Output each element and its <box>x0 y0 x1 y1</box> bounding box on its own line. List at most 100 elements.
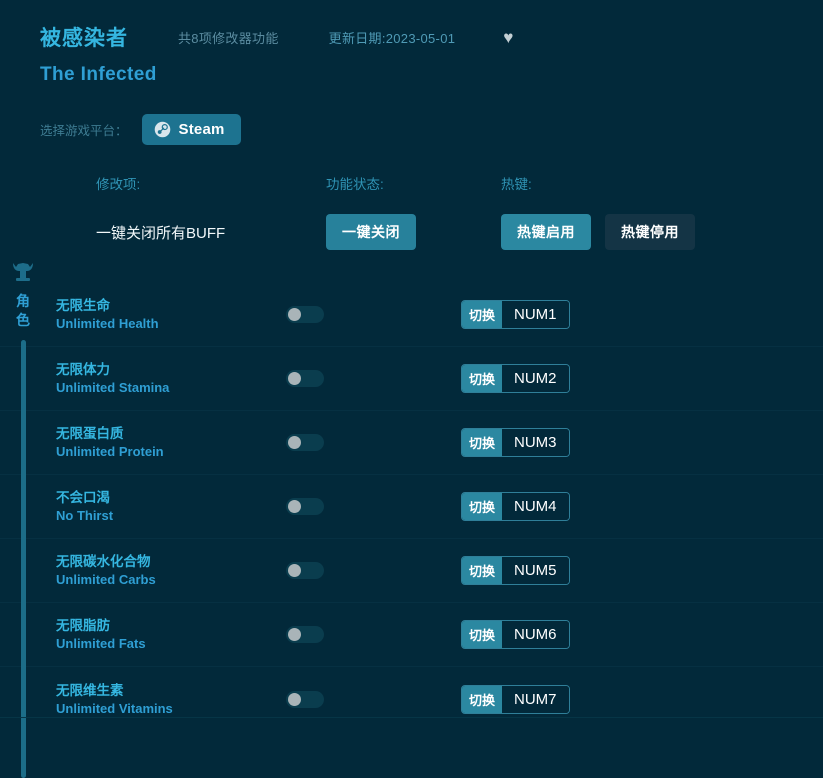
cheat-status-cell <box>286 691 461 708</box>
sidebar-item-character[interactable]: 角色 <box>15 292 31 330</box>
hotkey-binding-label: NUM1 <box>502 301 569 328</box>
hotkey-disable-button[interactable]: 热键停用 <box>605 214 695 250</box>
column-header-status: 功能状态: <box>326 173 501 193</box>
cheat-name-en: Unlimited Protein <box>56 443 286 460</box>
cheat-hotkey-cell: 切换NUM6 <box>461 620 570 649</box>
cheat-status-cell <box>286 434 461 451</box>
cheat-name-cell: 不会口渴No Thirst <box>56 489 286 524</box>
cheat-status-cell <box>286 370 461 387</box>
cheat-hotkey-cell: 切换NUM1 <box>461 300 570 329</box>
cheat-toggle[interactable] <box>286 434 324 451</box>
cheat-name-en: Unlimited Health <box>56 315 286 332</box>
platform-selector: 选择游戏平台： Steam <box>40 114 823 145</box>
hotkey-action-label: 切换 <box>462 493 502 520</box>
platform-name-label: Steam <box>179 121 225 138</box>
cheat-hotkey-cell: 切换NUM2 <box>461 364 570 393</box>
table-row: 无限脂肪Unlimited Fats 切换NUM6 <box>0 603 823 667</box>
table-row: 无限体力Unlimited Stamina 切换NUM2 <box>0 347 823 411</box>
feature-count-text: 共8项修改器功能 <box>178 28 279 47</box>
cheat-name-cn: 无限蛋白质 <box>56 425 286 442</box>
title-row: 被感染者 共8项修改器功能 更新日期:2023-05-01 ♥ <box>40 22 823 52</box>
hotkey-button[interactable]: 切换NUM6 <box>461 620 570 649</box>
bottom-divider <box>0 717 823 718</box>
hotkey-button[interactable]: 切换NUM5 <box>461 556 570 585</box>
hotkey-binding-label: NUM2 <box>502 365 569 392</box>
toggle-knob <box>288 628 301 641</box>
toggle-knob <box>288 436 301 449</box>
hotkey-action-label: 切换 <box>462 621 502 648</box>
cheat-toggle[interactable] <box>286 562 324 579</box>
cheat-hotkey-cell: 切换NUM7 <box>461 685 570 714</box>
cheat-rows-list: 无限生命Unlimited Health切换NUM1无限体力Unlimited … <box>0 283 823 731</box>
hotkey-binding-label: NUM4 <box>502 493 569 520</box>
table-row: 无限生命Unlimited Health 切换NUM1 <box>0 283 823 347</box>
platform-steam-button[interactable]: Steam <box>142 114 241 145</box>
cheat-name-cell: 无限脂肪Unlimited Fats <box>56 617 286 652</box>
cheat-name-cn: 无限碳水化合物 <box>56 553 286 570</box>
master-row-hotkey-cell: 热键启用 热键停用 <box>501 214 695 250</box>
close-all-buffs-button[interactable]: 一键关闭 <box>326 214 416 250</box>
toggle-knob <box>288 693 301 706</box>
toggle-knob <box>288 500 301 513</box>
hotkey-binding-label: NUM6 <box>502 621 569 648</box>
hotkey-action-label: 切换 <box>462 365 502 392</box>
hotkey-action-label: 切换 <box>462 686 502 713</box>
cheat-status-cell <box>286 626 461 643</box>
cheat-name-en: Unlimited Fats <box>56 635 286 652</box>
sidebar-active-rail <box>21 340 26 778</box>
category-sidebar: 角色 <box>0 262 46 778</box>
cheat-hotkey-cell: 切换NUM5 <box>461 556 570 585</box>
master-row-status-cell: 一键关闭 <box>326 214 501 250</box>
cheat-name-cn: 不会口渴 <box>56 489 286 506</box>
cheat-name-en: No Thirst <box>56 507 286 524</box>
hotkey-button[interactable]: 切换NUM3 <box>461 428 570 457</box>
toggle-knob <box>288 372 301 385</box>
hotkey-button[interactable]: 切换NUM4 <box>461 492 570 521</box>
table-row: 无限维生素Unlimited Vitamins 切换NUM7 <box>0 667 823 731</box>
cheat-name-cell: 无限维生素Unlimited Vitamins <box>56 682 286 717</box>
hotkey-button[interactable]: 切换NUM2 <box>461 364 570 393</box>
cheat-name-cell: 无限蛋白质Unlimited Protein <box>56 425 286 460</box>
hotkey-action-label: 切换 <box>462 557 502 584</box>
cheat-toggle[interactable] <box>286 626 324 643</box>
table-row: 不会口渴No Thirst 切换NUM4 <box>0 475 823 539</box>
hotkey-binding-label: NUM7 <box>502 686 569 713</box>
cheat-toggle[interactable] <box>286 691 324 708</box>
cheat-name-cell: 无限碳水化合物Unlimited Carbs <box>56 553 286 588</box>
hotkey-binding-label: NUM5 <box>502 557 569 584</box>
table-row: 无限蛋白质Unlimited Protein 切换NUM3 <box>0 411 823 475</box>
cheat-name-cn: 无限维生素 <box>56 682 286 699</box>
hotkey-action-label: 切换 <box>462 429 502 456</box>
platform-label: 选择游戏平台： <box>40 120 128 139</box>
master-row-label: 一键关闭所有BUFF <box>96 222 326 243</box>
cheat-name-en: Unlimited Stamina <box>56 379 286 396</box>
cheat-name-cell: 无限生命Unlimited Health <box>56 297 286 332</box>
cheat-toggle[interactable] <box>286 498 324 515</box>
column-headers: 修改项: 功能状态: 热键: <box>40 173 823 193</box>
page-subtitle: The Infected <box>40 64 823 86</box>
cheat-toggle[interactable] <box>286 306 324 323</box>
toggle-knob <box>288 308 301 321</box>
cheat-name-cn: 无限脂肪 <box>56 617 286 634</box>
heart-icon[interactable]: ♥ <box>503 29 513 46</box>
steam-icon <box>154 121 171 138</box>
cheat-name-en: Unlimited Carbs <box>56 571 286 588</box>
page-title: 被感染者 <box>40 22 128 52</box>
cheat-name-cn: 无限体力 <box>56 361 286 378</box>
cheat-hotkey-cell: 切换NUM3 <box>461 428 570 457</box>
cheat-name-en: Unlimited Vitamins <box>56 700 286 717</box>
cheat-status-cell <box>286 562 461 579</box>
column-header-modification: 修改项: <box>96 173 326 193</box>
hotkey-action-label: 切换 <box>462 301 502 328</box>
update-date-text: 更新日期:2023-05-01 <box>329 28 456 47</box>
toggle-knob <box>288 564 301 577</box>
hotkey-button[interactable]: 切换NUM1 <box>461 300 570 329</box>
cheat-status-cell <box>286 306 461 323</box>
hotkey-binding-label: NUM3 <box>502 429 569 456</box>
master-control-row: 一键关闭所有BUFF 一键关闭 热键启用 热键停用 <box>40 212 823 252</box>
cheat-name-cell: 无限体力Unlimited Stamina <box>56 361 286 396</box>
hotkey-button[interactable]: 切换NUM7 <box>461 685 570 714</box>
cheat-toggle[interactable] <box>286 370 324 387</box>
table-row: 无限碳水化合物Unlimited Carbs 切换NUM5 <box>0 539 823 603</box>
hotkey-enable-button[interactable]: 热键启用 <box>501 214 591 250</box>
